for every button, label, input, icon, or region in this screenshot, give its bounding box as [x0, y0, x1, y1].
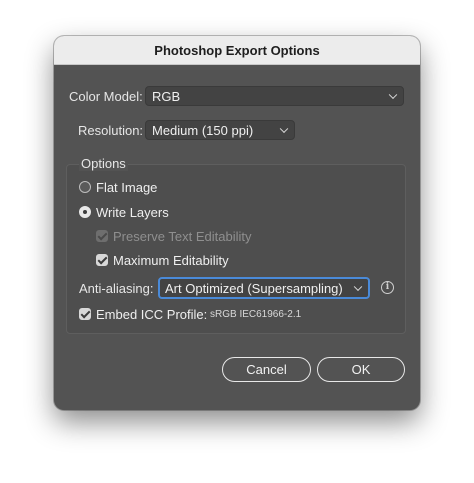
chevron-down-icon	[388, 90, 398, 100]
dialog-titlebar[interactable]: Photoshop Export Options	[54, 36, 420, 65]
chevron-down-icon	[353, 282, 363, 292]
icc-profile-value: sRGB IEC61966-2.1	[210, 309, 302, 320]
embed-icc-checkbox[interactable]	[79, 308, 91, 320]
resolution-select[interactable]: Medium (150 ppi)	[145, 120, 295, 140]
maximum-editability-checkbox[interactable]	[96, 254, 108, 266]
color-model-select[interactable]: RGB	[145, 86, 404, 106]
cancel-button[interactable]: Cancel	[222, 357, 311, 382]
anti-aliasing-value: Art Optimized (Supersampling)	[165, 280, 343, 296]
flat-image-radio[interactable]	[79, 181, 91, 193]
flat-image-label[interactable]: Flat Image	[96, 180, 157, 195]
ok-button-label: OK	[351, 362, 371, 377]
export-options-dialog: Photoshop Export Options Color Model: RG…	[54, 36, 420, 410]
cancel-button-label: Cancel	[246, 362, 287, 377]
write-layers-label[interactable]: Write Layers	[96, 205, 169, 220]
resolution-label: Resolution:	[78, 123, 144, 138]
resolution-value: Medium (150 ppi)	[152, 122, 254, 138]
embed-icc-label[interactable]: Embed ICC Profile:	[96, 307, 207, 322]
chevron-down-icon	[279, 124, 289, 134]
color-model-value: RGB	[152, 88, 181, 104]
preserve-text-checkbox	[96, 230, 108, 242]
dialog-title: Photoshop Export Options	[154, 42, 320, 58]
anti-aliasing-select[interactable]: Art Optimized (Supersampling)	[158, 277, 370, 299]
anti-aliasing-label: Anti-aliasing:	[79, 281, 154, 296]
preserve-text-label: Preserve Text Editability	[113, 229, 252, 244]
ok-button[interactable]: OK	[317, 357, 405, 382]
write-layers-radio[interactable]	[79, 206, 91, 218]
color-model-label: Color Model:	[69, 89, 143, 104]
options-group-label: Options	[79, 156, 128, 171]
maximum-editability-label[interactable]: Maximum Editability	[113, 253, 229, 268]
info-icon[interactable]: i	[381, 281, 394, 294]
